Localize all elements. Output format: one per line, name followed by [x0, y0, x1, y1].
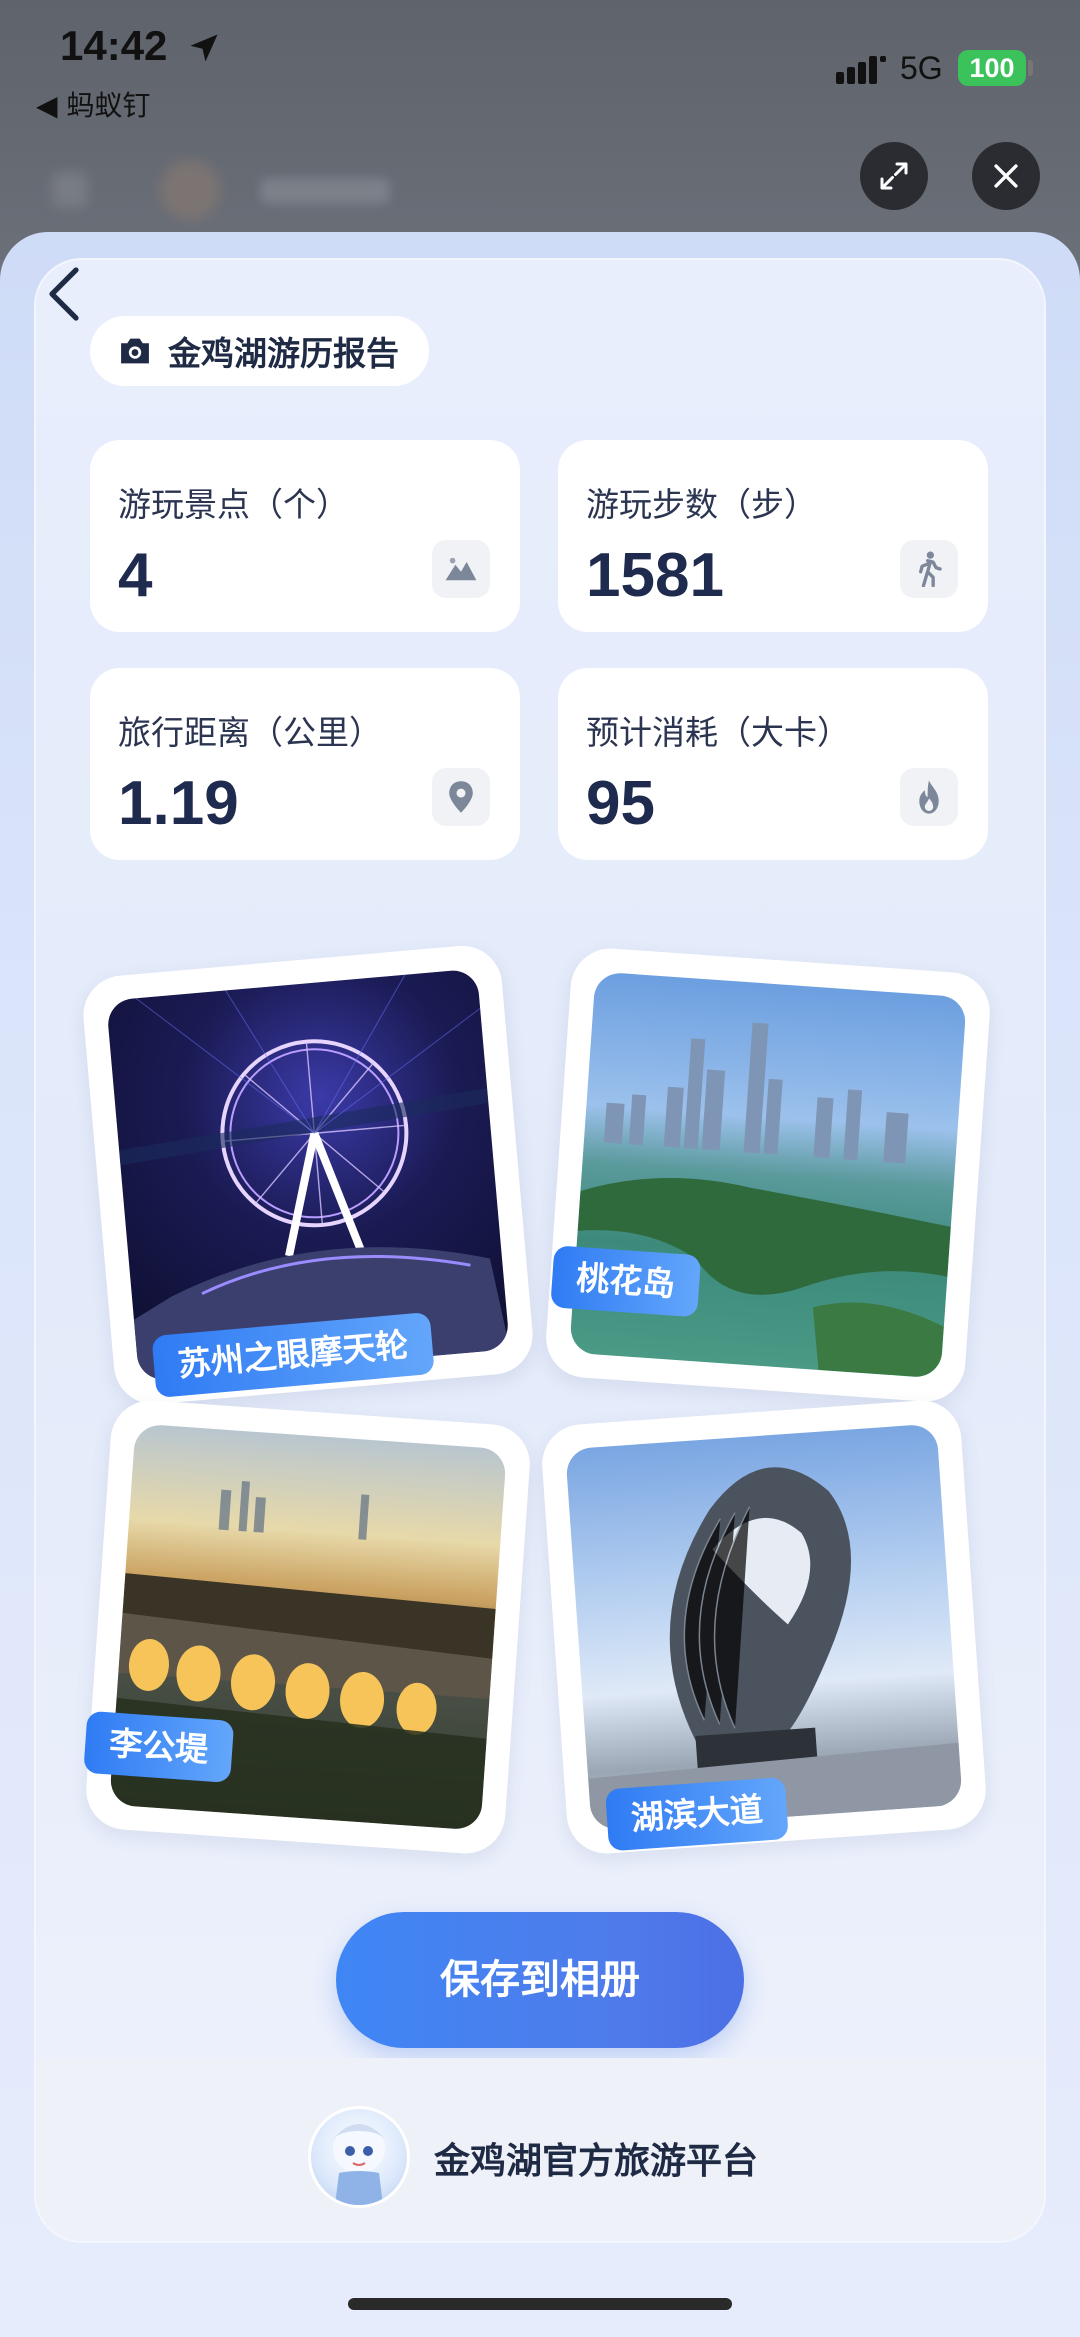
- battery-tip: [1028, 60, 1033, 76]
- photo-card[interactable]: 苏州之眼摩天轮: [80, 942, 536, 1408]
- stat-value: 1.19: [118, 769, 239, 838]
- back-to-app-link[interactable]: ◀ 蚂蚁钉: [36, 84, 150, 124]
- stat-label: 旅行距离（公里）: [118, 713, 382, 752]
- close-icon: [994, 164, 1018, 188]
- stat-label: 游玩步数（步）: [586, 485, 817, 524]
- flame-icon: [900, 768, 958, 826]
- background-blurred-text: [260, 178, 390, 204]
- stat-label: 预计消耗（大卡）: [586, 713, 850, 752]
- sculpture-photo: [565, 1423, 963, 1831]
- mountain-icon: [432, 540, 490, 598]
- expand-button[interactable]: [860, 142, 928, 210]
- save-to-album-button[interactable]: 保存到相册: [336, 1912, 744, 2048]
- network-type: 5G: [900, 50, 943, 86]
- status-time: 14:42: [60, 22, 168, 69]
- photo-caption: 湖滨大道: [604, 1776, 789, 1852]
- camera-icon: [121, 338, 149, 364]
- stat-value: 1581: [586, 541, 724, 610]
- stat-label: 游玩景点（个）: [118, 485, 349, 524]
- battery-indicator: 100: [958, 50, 1026, 86]
- close-button[interactable]: [972, 142, 1040, 210]
- ferris-wheel-photo: [106, 968, 510, 1382]
- report-title-pill: 金鸡湖游历报告: [90, 316, 429, 386]
- home-indicator[interactable]: [348, 2298, 732, 2310]
- stat-value: 95: [586, 769, 655, 838]
- report-title: 金鸡湖游历报告: [168, 334, 399, 373]
- stat-card-spots: 游玩景点（个） 4: [90, 440, 520, 632]
- photo-caption: 李公堤: [83, 1710, 235, 1783]
- location-arrow-icon: [190, 34, 218, 62]
- stat-card-calories: 预计消耗（大卡） 95: [558, 668, 988, 860]
- background-blurred-avatar: [160, 160, 220, 220]
- photo-card[interactable]: 李公堤: [83, 1397, 533, 1857]
- island-photo: [569, 971, 967, 1379]
- back-chevron-icon[interactable]: [44, 266, 84, 322]
- stat-card-steps: 游玩步数（步） 1581: [558, 440, 988, 632]
- platform-name: 金鸡湖官方旅游平台: [434, 2141, 759, 2182]
- mascot-avatar: [308, 2106, 410, 2208]
- background-blurred-icon: [52, 172, 88, 208]
- expand-icon: [880, 162, 908, 190]
- photo-caption: 桃花岛: [550, 1245, 702, 1318]
- signal-icon: [836, 56, 886, 84]
- photo-card[interactable]: 湖滨大道: [539, 1397, 989, 1857]
- stat-card-distance: 旅行距离（公里） 1.19: [90, 668, 520, 860]
- stat-value: 4: [118, 541, 153, 610]
- walking-icon: [900, 540, 958, 598]
- location-pin-icon: [432, 768, 490, 826]
- photo-card[interactable]: 桃花岛: [543, 945, 993, 1405]
